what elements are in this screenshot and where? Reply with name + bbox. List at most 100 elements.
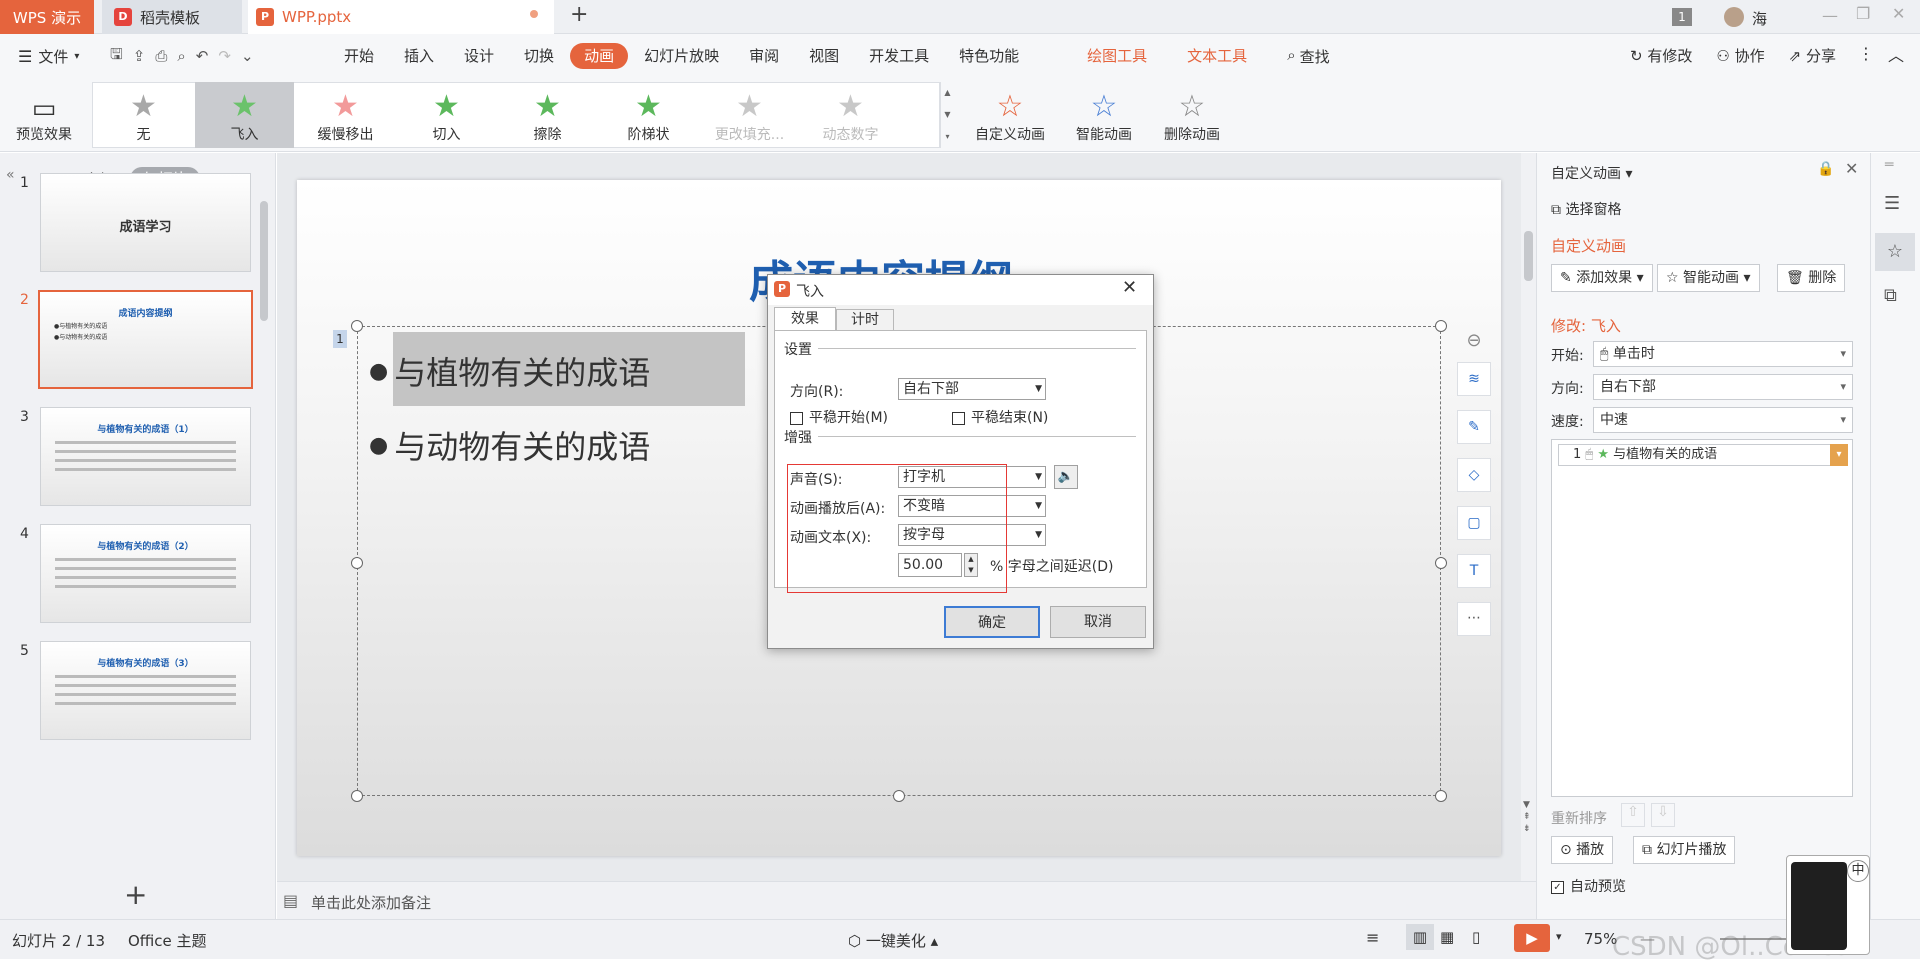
thumbnail-scrollbar[interactable] — [260, 201, 268, 321]
collapse-panel-icon[interactable]: « — [6, 167, 15, 183]
cancel-button[interactable]: 取消 — [1050, 606, 1146, 638]
slide-thumbnail[interactable]: 与植物有关的成语（3） — [40, 641, 251, 740]
move-up-icon[interactable]: ⇧ — [1621, 803, 1645, 827]
brush-icon[interactable]: ✎ — [1457, 410, 1491, 444]
menu-right-button[interactable]: ⇗ 分享 — [1789, 45, 1836, 66]
menu-right-button[interactable]: ↻ 有修改 — [1630, 45, 1692, 66]
menu-tab[interactable]: 动画 — [570, 43, 629, 69]
tab-timing[interactable]: 计时 — [836, 309, 894, 331]
smooth-end-checkbox[interactable]: 平稳结束(N) — [952, 407, 1048, 427]
menu-tab[interactable]: 幻灯片放映 — [630, 43, 733, 69]
resize-handle[interactable] — [1435, 557, 1447, 569]
menu-tab[interactable]: 视图 — [795, 43, 853, 69]
auto-preview-checkbox[interactable]: ✓ 自动预览 — [1551, 876, 1626, 896]
direction-pane-select[interactable]: 自右下部 — [1593, 374, 1853, 400]
slide-thumbnail[interactable]: 成语内容提纲 ●与植物有关的成语 ●与动物有关的成语 — [38, 290, 253, 389]
bullet-1[interactable]: ● 与植物有关的成语 — [369, 348, 650, 394]
tab-daoke[interactable]: D 稻壳模板 — [102, 0, 242, 34]
animation-list-item[interactable]: 1 🖱 ★ 与植物有关的成语 — [1558, 444, 1846, 466]
border-icon[interactable]: ▢ — [1457, 506, 1491, 540]
dialog-close-icon[interactable]: ✕ — [1122, 277, 1137, 298]
effect-0[interactable]: ★ 无 — [94, 82, 193, 148]
animation-order-tag[interactable]: 1 — [333, 330, 347, 348]
transition-pane-icon[interactable]: ⧉ — [1884, 285, 1897, 306]
close-window-icon[interactable]: ✕ — [1892, 4, 1905, 23]
fill-icon[interactable]: ◇ — [1457, 458, 1491, 492]
layers-icon[interactable]: ≋ — [1457, 362, 1491, 396]
lock-icon[interactable]: 🔒 — [1817, 161, 1834, 177]
cloud-save-icon[interactable]: ⇪ — [133, 47, 146, 65]
custom-animation-button[interactable]: ☆ 自定义动画 — [968, 82, 1052, 148]
side-handle-icon[interactable]: ═ — [1885, 157, 1893, 173]
speed-select[interactable]: 中速 — [1593, 407, 1853, 433]
text-box-icon[interactable]: T — [1457, 554, 1491, 588]
direction-select[interactable]: 自右下部 — [898, 378, 1046, 400]
slide-nav-arrows[interactable]: ▼ ⇞ ⇟ — [1523, 799, 1531, 835]
tab-effect[interactable]: 效果 — [774, 307, 836, 331]
slide-thumbnail[interactable]: 与植物有关的成语（1） — [40, 407, 251, 506]
animation-pane-icon[interactable]: ☆ — [1875, 233, 1915, 271]
add-slide-button[interactable]: + — [124, 881, 147, 909]
customize-icon[interactable]: ⌄ — [241, 47, 254, 65]
new-tab-button[interactable]: + — [570, 2, 588, 27]
smooth-start-checkbox[interactable]: 平稳开始(M) — [790, 407, 888, 427]
slide-thumbnail[interactable]: 与植物有关的成语（2） — [40, 524, 251, 623]
slideshow-button[interactable]: ⧉ 幻灯片播放 — [1633, 836, 1736, 864]
ime-mode-icon[interactable]: 中 — [1847, 860, 1869, 882]
add-effect-button[interactable]: ✎ 添加效果 ▾ — [1551, 264, 1653, 292]
tab-wps[interactable]: WPS 演示 — [0, 0, 94, 34]
effect-2[interactable]: ★ 缓慢移出 — [296, 82, 395, 148]
menu-tab[interactable]: 设计 — [450, 43, 508, 69]
menu-tab[interactable]: 插入 — [390, 43, 448, 69]
collapse-ribbon-icon[interactable]: ︿ — [1888, 42, 1904, 66]
play-slideshow-icon[interactable]: ▶ — [1514, 924, 1550, 952]
redo-icon[interactable]: ↷ — [218, 47, 231, 65]
print-icon[interactable]: ⎙ — [155, 47, 167, 65]
minimize-icon[interactable]: — — [1822, 6, 1838, 25]
search-button[interactable]: ⌕ 查找 — [1287, 46, 1329, 67]
normal-view-icon[interactable]: ▥ — [1406, 924, 1434, 950]
menu-tab[interactable]: 开发工具 — [855, 43, 943, 69]
beautify-button[interactable]: ⬡ 一键美化 ▴ — [848, 930, 938, 951]
selection-pane-link[interactable]: ⧉ 选择窗格 — [1551, 199, 1621, 219]
smart-animation-pane-button[interactable]: ☆ 智能动画 ▾ — [1657, 264, 1760, 292]
effect-1[interactable]: ★ 飞入 — [195, 82, 294, 148]
context-tab[interactable]: 绘图工具 — [1073, 43, 1161, 69]
window-count-badge[interactable]: 1 — [1672, 8, 1692, 26]
play-button[interactable]: ⊙ 播放 — [1551, 836, 1614, 864]
zoom-out-icon[interactable]: ⊖ — [1461, 330, 1487, 354]
print-preview-icon[interactable]: ⌕ — [177, 47, 185, 65]
resize-handle[interactable] — [351, 320, 363, 332]
gallery-scroll[interactable]: ▲ ▼ ▾ — [940, 82, 954, 148]
more-options-icon[interactable]: ⋯ — [1457, 602, 1491, 636]
resize-handle[interactable] — [1435, 320, 1447, 332]
resize-handle[interactable] — [1435, 790, 1447, 802]
username[interactable]: 海 — [1752, 8, 1767, 29]
preview-effect-button[interactable]: ▭ 预览效果 — [12, 82, 76, 148]
resize-handle[interactable] — [351, 790, 363, 802]
effect-3[interactable]: ★ 切入 — [397, 82, 496, 148]
speaker-icon[interactable]: 🔈 — [1054, 465, 1078, 489]
menu-tab[interactable]: 审阅 — [735, 43, 793, 69]
effect-4[interactable]: ★ 擦除 — [498, 82, 597, 148]
maximize-icon[interactable]: ❐ — [1856, 4, 1870, 23]
more-icon[interactable]: ⋮ — [1858, 44, 1874, 63]
effect-7[interactable]: ★ 动态数字 — [801, 82, 900, 148]
notes-bar[interactable]: ▤ 单击此处添加备注 — [277, 881, 1536, 919]
notes-toggle-icon[interactable]: ≡ — [1366, 928, 1379, 947]
save-icon[interactable]: 🖫 — [110, 44, 123, 69]
menu-tab[interactable]: 特色功能 — [945, 43, 1033, 69]
menu-tab[interactable]: 切换 — [510, 43, 568, 69]
tab-wpp-file[interactable]: P WPP.pptx — [248, 0, 554, 34]
file-menu[interactable]: ☰ 文件 ▾ — [0, 46, 100, 67]
ime-widget[interactable]: 中 — [1786, 855, 1870, 955]
start-select[interactable]: 🖱 单击时 — [1593, 341, 1853, 367]
pane-close-icon[interactable]: ✕ — [1845, 159, 1858, 178]
undo-icon[interactable]: ↶ — [196, 47, 209, 65]
reading-view-icon[interactable]: ▯ — [1472, 928, 1480, 946]
delete-effect-button[interactable]: 🗑 删除 — [1777, 264, 1846, 292]
bullet-2[interactable]: ● 与动物有关的成语 — [369, 422, 650, 468]
theme-name[interactable]: Office 主题 — [128, 930, 207, 951]
ok-button[interactable]: 确定 — [944, 606, 1040, 638]
context-tab[interactable]: 文本工具 — [1173, 43, 1261, 69]
